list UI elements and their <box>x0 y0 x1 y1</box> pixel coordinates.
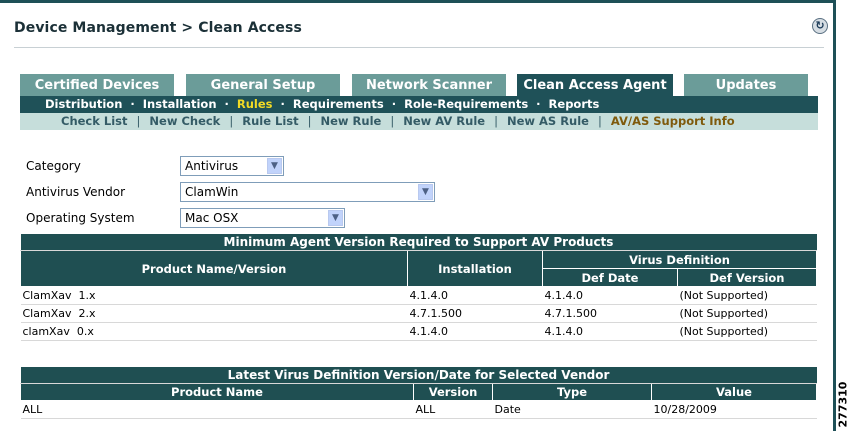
header-divider <box>14 47 824 48</box>
header-virus-definition: Virus Definition <box>542 250 817 269</box>
cell-version: ALL <box>413 400 493 419</box>
tab-clean-access-agent[interactable]: Clean Access Agent <box>517 74 673 96</box>
tab-certified-devices[interactable]: Certified Devices <box>20 74 174 96</box>
table-row: clamXav 0.x 4.1.4.0 4.1.4.0 (Not Support… <box>20 322 817 341</box>
virus-definition-caption: Latest Virus Definition Version/Date for… <box>20 367 817 384</box>
table-row: ALL ALL Date 10/28/2009 <box>20 400 817 419</box>
header-def-date: Def Date <box>542 268 678 287</box>
table-row: ClamXav 2.x 4.7.1.500 4.7.1.500 (Not Sup… <box>20 304 817 323</box>
cell-product: clamXav 0.x <box>20 322 408 341</box>
category-select[interactable]: Antivirus ▼ <box>180 156 284 176</box>
header-version: Version <box>413 383 493 401</box>
cell-product-name: ALL <box>20 400 414 419</box>
cell-def-version: (Not Supported) <box>677 322 817 341</box>
header-def-version: Def Version <box>677 268 817 287</box>
refresh-icon[interactable]: ↻ <box>812 18 828 34</box>
cell-def-version: (Not Supported) <box>677 286 817 305</box>
cell-def-date: 4.1.4.0 <box>542 322 678 341</box>
av-support-table: Minimum Agent Version Required to Suppor… <box>20 234 817 341</box>
subnav-reports[interactable]: Reports <box>549 97 600 111</box>
subnav-distribution[interactable]: Distribution <box>45 97 122 111</box>
vendor-label: Antivirus Vendor <box>26 185 126 199</box>
chevron-down-icon: ▼ <box>267 158 282 174</box>
header-installation: Installation <box>407 250 543 287</box>
cell-type: Date <box>492 400 652 419</box>
link-rule-list[interactable]: Rule List <box>242 114 298 128</box>
cell-product: ClamXav 2.x <box>20 304 408 323</box>
cell-installation: 4.7.1.500 <box>407 304 543 323</box>
subnav-rules[interactable]: Rules <box>237 97 273 111</box>
header-product: Product Name/Version <box>20 250 408 287</box>
cell-installation: 4.1.4.0 <box>407 286 543 305</box>
os-value: Mac OSX <box>185 211 239 225</box>
table-row: ClamXav 1.x 4.1.4.0 4.1.4.0 (Not Support… <box>20 286 817 305</box>
link-new-check[interactable]: New Check <box>149 114 220 128</box>
figure-number: 277310 <box>836 380 854 430</box>
subsubnav: Check List | New Check | Rule List | New Rule |… <box>61 114 735 128</box>
header-value: Value <box>651 383 817 401</box>
cell-product: ClamXav 1.x <box>20 286 408 305</box>
subnav: Distribution · Installation · Rules · Requirem… <box>45 97 600 111</box>
link-new-as-rule[interactable]: New AS Rule <box>507 114 589 128</box>
link-check-list[interactable]: Check List <box>61 114 128 128</box>
tab-network-scanner[interactable]: Network Scanner <box>352 74 506 96</box>
subnav-role-requirements[interactable]: Role-Requirements <box>404 97 528 111</box>
cell-installation: 4.1.4.0 <box>407 322 543 341</box>
chevron-down-icon: ▼ <box>328 210 343 226</box>
cell-def-date: 4.7.1.500 <box>542 304 678 323</box>
os-select[interactable]: Mac OSX ▼ <box>180 208 345 228</box>
page-title: Device Management > Clean Access <box>14 20 302 36</box>
header-type: Type <box>492 383 652 401</box>
vendor-value: ClamWin <box>185 185 239 199</box>
header-product-name: Product Name <box>20 383 414 401</box>
category-value: Antivirus <box>185 159 239 173</box>
link-av-as-support-info[interactable]: AV/AS Support Info <box>611 114 735 128</box>
cell-def-version: (Not Supported) <box>677 304 817 323</box>
os-label: Operating System <box>26 211 135 225</box>
cell-value: 10/28/2009 <box>651 400 817 419</box>
tab-general-setup[interactable]: General Setup <box>186 74 340 96</box>
tab-updates[interactable]: Updates <box>684 74 808 96</box>
vendor-select[interactable]: ClamWin ▼ <box>180 182 435 202</box>
link-new-rule[interactable]: New Rule <box>321 114 382 128</box>
link-new-av-rule[interactable]: New AV Rule <box>403 114 485 128</box>
chevron-down-icon: ▼ <box>418 184 433 200</box>
subnav-installation[interactable]: Installation <box>143 97 217 111</box>
cell-def-date: 4.1.4.0 <box>542 286 678 305</box>
category-label: Category <box>26 159 81 173</box>
subnav-requirements[interactable]: Requirements <box>293 97 384 111</box>
virus-definition-table: Latest Virus Definition Version/Date for… <box>20 367 817 419</box>
figure-number-text: 277310 <box>836 381 850 428</box>
av-support-caption: Minimum Agent Version Required to Suppor… <box>20 234 817 251</box>
